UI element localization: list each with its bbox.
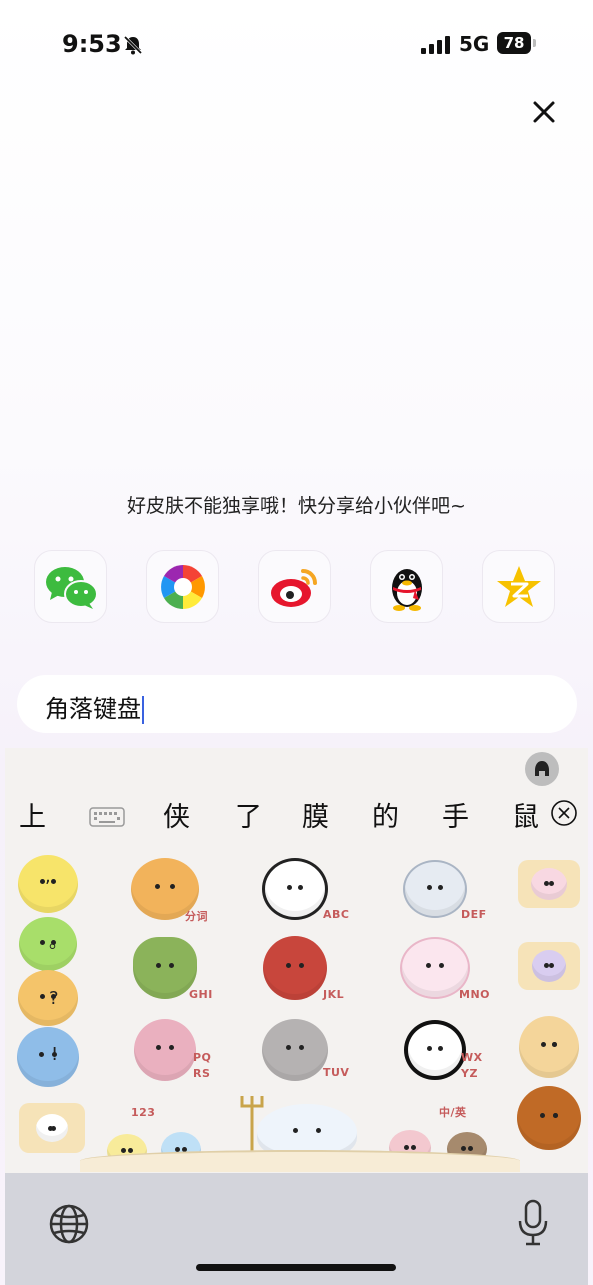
- blue-critter-sticker: [17, 1027, 79, 1087]
- reenter-key[interactable]: [513, 934, 585, 998]
- emoji-key[interactable]: [13, 1098, 91, 1158]
- qzone-star-icon: [496, 565, 541, 607]
- owl-sticker: [134, 1019, 196, 1081]
- dust-ball-sticker: [262, 1019, 328, 1081]
- share-moments-button[interactable]: [146, 550, 219, 623]
- microphone-icon[interactable]: [516, 1199, 550, 1247]
- network-type: 5G: [459, 32, 490, 56]
- punct-key-period[interactable]: 。: [13, 914, 83, 974]
- key-label: 。: [49, 932, 67, 953]
- panda-sticker: [404, 1020, 466, 1080]
- key-def[interactable]: DEF: [375, 854, 495, 924]
- key-mno[interactable]: MNO: [375, 932, 495, 1004]
- key-abc[interactable]: ABC: [235, 854, 355, 924]
- punct-key-question[interactable]: ?: [13, 968, 83, 1028]
- ghost-sticker: [403, 860, 467, 918]
- share-qzone-button[interactable]: [482, 550, 555, 623]
- key-label: GHI: [189, 988, 213, 1001]
- punct-key-exclaim[interactable]: !: [13, 1024, 83, 1090]
- cat-box-sticker: [518, 860, 580, 908]
- panda-sticker: [262, 858, 328, 920]
- collapse-candidates-icon[interactable]: [550, 799, 578, 827]
- key-label: WX YZ: [461, 1051, 483, 1080]
- enter-key[interactable]: [513, 1012, 585, 1162]
- ground-decoration: [80, 1150, 520, 1172]
- orange-critter-sticker: [18, 970, 78, 1026]
- key-label: !: [51, 1044, 59, 1065]
- keyboard-icon[interactable]: [89, 807, 125, 827]
- key-jkl[interactable]: JKL: [235, 932, 355, 1004]
- key-label: 分词: [185, 910, 208, 923]
- bunny-box-sticker: [518, 942, 580, 990]
- silent-bell-icon: [123, 35, 143, 55]
- key-label: JKL: [323, 988, 345, 1001]
- cat-pillow-sticker: [19, 1103, 85, 1153]
- input-value: 角落键盘: [45, 695, 141, 723]
- key-label: 123: [131, 1106, 156, 1119]
- share-targets: [34, 550, 558, 625]
- key-label: MNO: [459, 988, 491, 1001]
- delete-key[interactable]: [513, 852, 585, 916]
- bear-sticker: [519, 1016, 579, 1078]
- battery-icon: 78: [497, 32, 537, 54]
- weibo-icon: [270, 568, 317, 607]
- leaf-sticker: [133, 937, 197, 999]
- key-label: TUV: [323, 1066, 350, 1079]
- signal-icon: [421, 36, 450, 54]
- share-prompt: 好皮肤不能独享哦！快分享给小伙伴吧~: [127, 495, 466, 517]
- share-weibo-button[interactable]: [258, 550, 331, 623]
- moments-aperture-icon: [160, 564, 205, 609]
- candidate-item[interactable]: 膜: [302, 795, 329, 834]
- status-time: 9:53: [62, 30, 122, 58]
- punct-key-comma[interactable]: ,: [13, 852, 83, 916]
- mushroom-sticker: [263, 936, 327, 1000]
- share-wechat-button[interactable]: [34, 550, 107, 623]
- key-label: ,: [45, 866, 51, 887]
- keyboard-mode-icon: [535, 761, 549, 776]
- key-label: PQ RS: [193, 1051, 212, 1080]
- sticker-keys: , 。 ? ! 分词 ABC DEF GHI JKL MNO PQ RS TUV…: [5, 848, 588, 1173]
- candidate-item[interactable]: 手: [442, 795, 469, 834]
- key-label: ABC: [323, 908, 350, 921]
- key-ghi[interactable]: GHI: [105, 932, 225, 1004]
- text-input[interactable]: 角落键盘: [17, 675, 577, 733]
- key-label: 中/英: [439, 1106, 467, 1119]
- close-icon[interactable]: [528, 96, 560, 128]
- keyboard-toggle-button[interactable]: [525, 752, 559, 786]
- key-pqrs[interactable]: PQ RS: [105, 1012, 225, 1088]
- key-label: DEF: [461, 908, 487, 921]
- text-caret: [142, 696, 144, 724]
- brown-bear-sticker: [517, 1086, 581, 1150]
- key-label: ?: [49, 988, 59, 1009]
- candidate-item[interactable]: 的: [372, 795, 399, 834]
- candidate-item[interactable]: 上: [19, 795, 46, 834]
- home-indicator[interactable]: [196, 1264, 396, 1271]
- globe-icon[interactable]: [48, 1203, 90, 1245]
- share-qq-button[interactable]: [370, 550, 443, 623]
- qq-penguin-icon: [391, 568, 422, 611]
- green-critter-sticker: [19, 917, 77, 971]
- candidate-item[interactable]: 了: [235, 795, 262, 834]
- key-tuv[interactable]: TUV: [235, 1012, 355, 1088]
- wechat-icon: [45, 566, 98, 609]
- key-segment[interactable]: 分词: [105, 854, 225, 924]
- candidate-item[interactable]: 侠: [163, 795, 190, 834]
- key-wxyz[interactable]: WX YZ: [375, 1012, 495, 1088]
- candidate-item[interactable]: 鼠: [512, 795, 539, 834]
- battery-level: 78: [497, 32, 531, 54]
- candidate-bar: 上 侠 了 膜 的 手 鼠: [5, 795, 588, 841]
